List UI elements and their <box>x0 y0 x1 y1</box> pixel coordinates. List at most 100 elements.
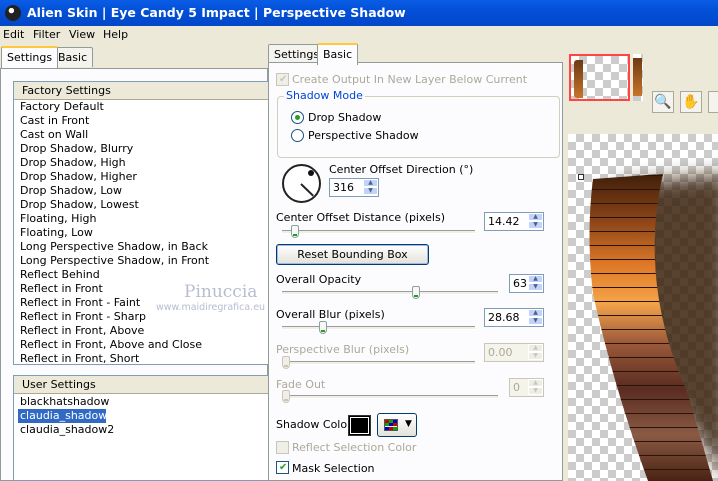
radio-drop-shadow[interactable] <box>291 111 304 124</box>
preview-image <box>589 174 718 481</box>
preview-area: 🔍 ✋ <box>563 34 718 481</box>
shadow-color-label: Shadow Color <box>276 418 352 431</box>
app-icon <box>5 5 21 21</box>
hand-icon: ✋ <box>682 94 700 110</box>
perspective-blur-input[interactable]: 0.00 ▲ ▼ <box>484 343 544 362</box>
list-item[interactable]: Drop Shadow, High <box>14 156 268 170</box>
list-item[interactable]: Floating, Low <box>14 226 268 240</box>
tab-settings[interactable]: Settings <box>1 46 59 68</box>
center-offset-distance-slider[interactable] <box>282 225 475 238</box>
user-settings-header: User Settings <box>14 376 268 394</box>
spin-up-icon[interactable]: ▲ <box>528 213 543 221</box>
reflect-selection-color-checkbox[interactable] <box>276 441 289 454</box>
spin-up-icon[interactable]: ▲ <box>528 275 543 283</box>
perspective-blur-slider[interactable] <box>282 356 475 369</box>
spin-down-icon[interactable]: ▼ <box>528 387 543 395</box>
menu-filter[interactable]: Filter <box>33 28 60 41</box>
list-item[interactable]: Reflect Behind <box>14 268 268 282</box>
shadow-mode-legend: Shadow Mode <box>284 89 365 102</box>
navigator-thumbnail-edge <box>633 54 643 101</box>
list-item[interactable]: Cast in Front <box>14 114 268 128</box>
spin-up-icon[interactable]: ▲ <box>363 179 378 187</box>
tab-basic-right[interactable]: Basic <box>317 43 359 65</box>
chevron-down-icon: ▼ <box>405 419 412 429</box>
list-item[interactable]: Reflect in Front, Short <box>14 352 268 364</box>
overall-opacity-label: Overall Opacity <box>276 273 362 286</box>
radio-perspective-shadow[interactable] <box>291 129 304 142</box>
spin-down-icon[interactable]: ▼ <box>363 187 378 195</box>
overall-opacity-slider[interactable] <box>282 286 498 299</box>
list-item[interactable]: Drop Shadow, Higher <box>14 170 268 184</box>
zoom-tool-button[interactable]: 🔍 <box>652 91 674 113</box>
settings-panel: Factory Settings Factory Default Cast in … <box>0 68 269 481</box>
overall-blur-slider[interactable] <box>282 321 475 334</box>
center-offset-direction-label: Center Offset Direction (°) <box>329 163 474 176</box>
list-item[interactable]: Floating, High <box>14 212 268 226</box>
direction-dial[interactable] <box>282 164 321 203</box>
overall-blur-input[interactable]: 28.68 ▲ ▼ <box>484 308 544 327</box>
spin-up-icon[interactable]: ▲ <box>528 309 543 317</box>
mask-selection-label: Mask Selection <box>292 462 375 475</box>
thumbnail-object <box>633 58 642 96</box>
center-offset-distance-input[interactable]: 14.42 ▲ ▼ <box>484 212 544 231</box>
menu-edit[interactable]: Edit <box>3 28 24 41</box>
spin-down-icon[interactable]: ▼ <box>528 352 543 360</box>
factory-settings-header: Factory Settings <box>14 82 268 100</box>
extra-tool-button[interactable] <box>708 91 718 113</box>
center-offset-distance-label: Center Offset Distance (pixels) <box>276 211 446 224</box>
overall-opacity-input[interactable]: 63 ▲ ▼ <box>509 274 544 293</box>
spin-down-icon[interactable]: ▼ <box>528 283 543 291</box>
spin-down-icon[interactable]: ▼ <box>528 317 543 325</box>
menu-help[interactable]: Help <box>103 28 128 41</box>
fade-out-input[interactable]: 0 ▲ ▼ <box>509 378 544 397</box>
overall-blur-label: Overall Blur (pixels) <box>276 308 385 321</box>
spin-up-icon[interactable]: ▲ <box>528 379 543 387</box>
radio-perspective-shadow-label: Perspective Shadow <box>308 129 419 142</box>
watermark-url: www.maidiregrafica.eu <box>156 302 266 313</box>
dial-knob[interactable] <box>308 170 314 176</box>
user-settings-list: User Settings blackhatshadow claudia_shad… <box>13 375 269 481</box>
perspective-blur-label: Perspective Blur (pixels) <box>276 343 410 356</box>
center-offset-direction-input[interactable]: 316 ▲ ▼ <box>329 178 379 197</box>
mask-selection-checkbox[interactable]: ✔ <box>276 461 289 474</box>
spin-up-icon[interactable]: ▲ <box>528 344 543 352</box>
list-item[interactable]: claudia_shadow1 <box>18 409 114 423</box>
zoom-icon: 🔍 <box>654 94 672 110</box>
watermark-name: Pinuccia <box>184 282 258 302</box>
list-item[interactable]: Reflect in Front, Above <box>14 324 268 338</box>
reflect-selection-color-label: Reflect Selection Color <box>292 441 417 454</box>
shadow-color-swatch[interactable] <box>348 415 371 436</box>
list-item[interactable]: Drop Shadow, Low <box>14 184 268 198</box>
slider-thumb[interactable] <box>282 390 290 403</box>
fade-out-slider[interactable] <box>282 390 498 403</box>
slider-thumb[interactable] <box>319 321 327 334</box>
list-item[interactable]: Drop Shadow, Blurry <box>14 142 268 156</box>
create-output-label: Create Output In New Layer Below Current <box>292 73 528 86</box>
list-item[interactable]: Cast on Wall <box>14 128 268 142</box>
menu-view[interactable]: View <box>69 28 95 41</box>
preview-canvas[interactable] <box>568 134 718 481</box>
list-item[interactable]: Long Perspective Shadow, in Front <box>14 254 268 268</box>
color-palette-button[interactable]: ▼ <box>377 413 417 437</box>
factory-settings-list: Factory Settings Factory Default Cast in … <box>13 81 269 365</box>
tab-basic[interactable]: Basic <box>52 47 94 67</box>
radio-selected-dot <box>295 115 300 120</box>
slider-thumb[interactable] <box>282 356 290 369</box>
slider-thumb[interactable] <box>412 286 420 299</box>
thumbnail-object <box>574 60 583 98</box>
spin-down-icon[interactable]: ▼ <box>528 221 543 229</box>
list-item[interactable]: Reflect in Front, Above and Close <box>14 338 268 352</box>
slider-thumb[interactable] <box>291 225 299 238</box>
basic-panel: ✔ Create Output In New Layer Below Curre… <box>268 62 563 481</box>
list-item[interactable]: Drop Shadow, Lowest <box>14 198 268 212</box>
reset-bounding-box-button[interactable]: Reset Bounding Box <box>276 244 429 265</box>
list-item[interactable]: Long Perspective Shadow, in Back <box>14 240 268 254</box>
shadow-mode-group: Shadow Mode Drop Shadow Perspective Shad… <box>277 89 560 158</box>
list-item[interactable]: blackhatshadow <box>14 395 268 409</box>
navigator-thumbnail[interactable] <box>569 54 630 101</box>
create-output-checkbox[interactable]: ✔ <box>276 73 289 86</box>
hand-tool-button[interactable]: ✋ <box>680 91 702 113</box>
list-item[interactable]: Factory Default <box>14 100 268 114</box>
dial-needle <box>300 183 314 197</box>
list-item[interactable]: claudia_shadow2 <box>14 423 268 437</box>
